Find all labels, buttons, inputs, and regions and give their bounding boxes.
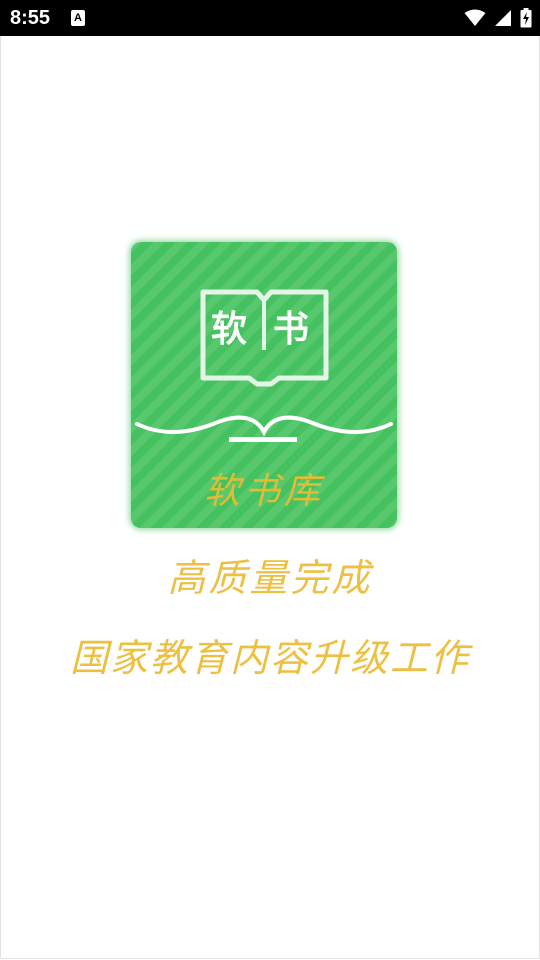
- logo-app-name: 软书库: [203, 471, 324, 512]
- logo-book-text-left: 软: [211, 309, 248, 350]
- status-icons: [464, 6, 532, 30]
- status-bar: 8:55 A: [0, 0, 540, 36]
- signal-icon: [495, 10, 511, 26]
- notification-a-icon: A: [71, 10, 85, 26]
- tagline-line-1: 高质量完成: [167, 556, 373, 600]
- status-time: 8:55: [10, 7, 51, 29]
- logo-book-text-right: 书: [273, 309, 310, 350]
- wifi-icon: [464, 9, 486, 26]
- battery-charging-icon: [520, 8, 532, 28]
- tagline-line-2: 国家教育内容升级工作: [69, 636, 470, 680]
- app-logo: 软 书 软书库: [131, 242, 397, 528]
